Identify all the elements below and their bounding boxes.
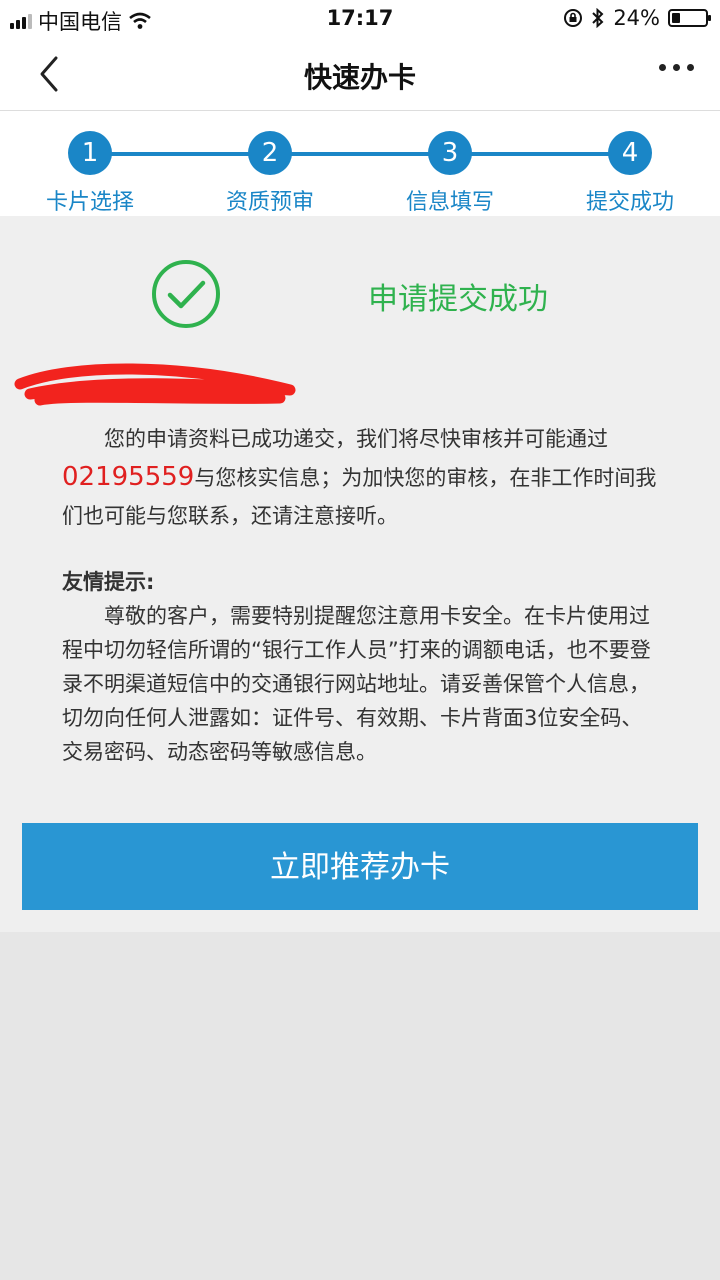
step-label: 信息填写 xyxy=(405,190,494,215)
tips-title: 友情提示: xyxy=(62,570,155,594)
page-title: 快速办卡 xyxy=(303,61,416,94)
step-label: 提交成功 xyxy=(585,190,674,215)
status-right: 24% xyxy=(563,6,711,30)
step-label: 资质预审 xyxy=(225,190,314,215)
result-panel: 申请提交成功 您的申请资料已成功递交，我们将尽快审核并可能通过02195559与… xyxy=(0,216,720,932)
step-number: 4 xyxy=(608,131,652,175)
success-title: 申请提交成功 xyxy=(368,282,548,317)
redaction-scribble xyxy=(14,363,296,406)
status-bar: 中国电信 17:17 24% xyxy=(0,0,720,38)
battery-fill xyxy=(672,13,680,23)
tips-body: 尊敬的客户，需要特别提醒您注意用卡安全。在卡片使用过程中切勿轻信所谓的“银行工作… xyxy=(62,599,662,769)
bluetooth-icon xyxy=(592,8,604,28)
battery-percent: 24% xyxy=(613,6,660,30)
result-message: 您的申请资料已成功递交，我们将尽快审核并可能通过02195559与您核实信息；为… xyxy=(62,420,662,535)
recommend-card-button[interactable]: 立即推荐办卡 xyxy=(22,823,698,910)
nav-bar: 快速办卡 xyxy=(0,38,720,111)
step-3: 3 信息填写 xyxy=(360,131,540,216)
more-icon[interactable] xyxy=(659,64,694,71)
battery-icon xyxy=(668,9,711,27)
tips-text: 尊敬的客户，需要特别提醒您注意用卡安全。在卡片使用过程中切勿轻信所谓的“银行工作… xyxy=(62,604,651,764)
step-2: 2 资质预审 xyxy=(180,131,360,216)
step-number: 3 xyxy=(428,131,472,175)
step-number: 2 xyxy=(248,131,292,175)
phone-number: 02195559 xyxy=(62,462,195,492)
step-4: 4 提交成功 xyxy=(540,131,720,216)
check-circle-icon xyxy=(152,260,220,328)
rotation-lock-icon xyxy=(564,9,583,27)
step-label: 卡片选择 xyxy=(45,190,134,215)
step-number: 1 xyxy=(68,131,112,175)
message-before: 您的申请资料已成功递交，我们将尽快审核并可能通过 xyxy=(104,427,608,451)
step-1: 1 卡片选择 xyxy=(0,131,180,216)
progress-steps: 1 卡片选择 2 资质预审 3 信息填写 4 提交成功 xyxy=(0,111,720,216)
